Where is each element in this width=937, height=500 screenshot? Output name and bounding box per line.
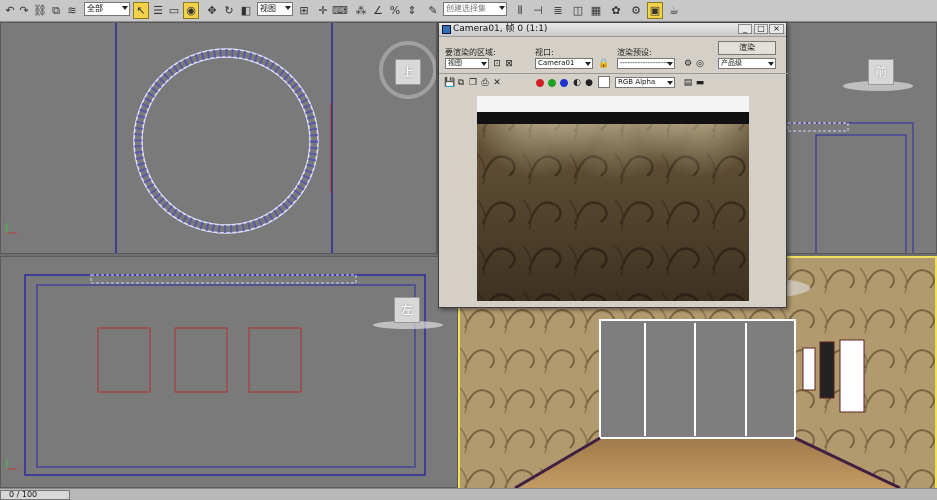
unlink-icon[interactable]: ⧉ xyxy=(48,2,64,19)
preset-dropdown[interactable]: -------------------- xyxy=(617,58,675,69)
auto-region-icon[interactable]: ⊠ xyxy=(504,59,514,69)
clear-icon[interactable]: ✕ xyxy=(492,78,502,88)
mirror-icon[interactable]: ⫴ xyxy=(512,2,528,19)
viewport-label: 视口: xyxy=(535,48,554,57)
monochrome-icon[interactable]: ● xyxy=(584,78,594,88)
angle-snap-icon[interactable]: ∠ xyxy=(370,2,386,19)
rotate-icon[interactable]: ↻ xyxy=(221,2,237,19)
schematic-view-icon[interactable]: ▦ xyxy=(588,2,604,19)
curve-editor-icon[interactable]: ◫ xyxy=(570,2,586,19)
percent-snap-icon[interactable]: % xyxy=(387,2,403,19)
viewport-top[interactable]: 上 xyxy=(0,22,437,254)
maximize-button[interactable]: □ xyxy=(754,24,768,34)
pivot-center-icon[interactable]: ⊞ xyxy=(296,2,312,19)
viewport-left[interactable]: 左 xyxy=(0,256,458,488)
render-setup-icon[interactable]: ⚙ xyxy=(628,2,644,19)
toggle-ui-overlay-icon[interactable]: ▤ xyxy=(683,78,693,88)
scale-icon[interactable]: ◧ xyxy=(238,2,254,19)
color-swatch[interactable] xyxy=(598,76,610,88)
window-titlebar[interactable]: Camera01, 帧 0 (1:1) _ □ × xyxy=(439,23,786,37)
lock-icon[interactable]: 🔒 xyxy=(598,59,609,69)
window-crossing-icon[interactable]: ◉ xyxy=(183,2,199,19)
rendered-frame-window: Camera01, 帧 0 (1:1) _ □ × 要渲染的区域: 视图 ⊡ ⊠… xyxy=(438,22,788,308)
viewport-dropdown[interactable]: Camera01 xyxy=(535,58,593,69)
rendered-image xyxy=(477,96,749,301)
named-selection-field[interactable]: 创建选择集 xyxy=(443,2,507,16)
rectangular-selection-icon[interactable]: ▭ xyxy=(166,2,182,19)
move-icon[interactable]: ✥ xyxy=(204,2,220,19)
save-image-icon[interactable]: 💾 xyxy=(444,78,455,88)
rendered-wall-image xyxy=(477,96,749,301)
spinner-snap-icon[interactable]: ⇕ xyxy=(404,2,420,19)
preset-label: 渲染预设: xyxy=(617,48,652,57)
area-dropdown[interactable]: 视图 xyxy=(445,58,489,69)
material-editor-icon[interactable]: ✿ xyxy=(608,2,624,19)
channel-dropdown[interactable]: RGB Alpha xyxy=(615,77,675,88)
align-icon[interactable]: ⊣ xyxy=(530,2,546,19)
status-bar: 0 / 100 xyxy=(0,488,937,500)
area-label: 要渲染的区域: xyxy=(445,48,496,57)
edit-named-selection-icon[interactable]: ✎ xyxy=(425,2,441,19)
selection-filter-dropdown[interactable]: 全部 xyxy=(84,2,130,16)
select-link-icon[interactable]: ⛓ xyxy=(32,2,48,19)
print-icon[interactable]: ⎙ xyxy=(480,78,490,88)
alpha-channel-icon[interactable]: ◐ xyxy=(572,78,582,88)
viewcube-left[interactable]: 左 xyxy=(394,297,420,323)
edit-region-icon[interactable]: ⊡ xyxy=(492,59,502,69)
window-title: Camera01, 帧 0 (1:1) xyxy=(453,24,548,34)
select-object-icon[interactable]: ↖ xyxy=(133,2,149,19)
render-mode-dropdown[interactable]: 产品级 xyxy=(718,58,776,69)
render-button[interactable]: 渲染 xyxy=(718,41,776,55)
minimize-button[interactable]: _ xyxy=(738,24,752,34)
layer-manager-icon[interactable]: ≣ xyxy=(550,2,566,19)
redo-icon[interactable]: ↷ xyxy=(16,2,32,19)
copy-image-icon[interactable]: ⧉ xyxy=(456,78,466,88)
red-channel-icon[interactable] xyxy=(536,79,544,87)
environment-icon[interactable]: ◎ xyxy=(695,59,705,69)
frame-counter[interactable]: 0 / 100 xyxy=(0,490,70,500)
clone-window-icon[interactable]: ❐ xyxy=(468,78,478,88)
snaps-toggle-icon[interactable]: ⁂ xyxy=(353,2,369,19)
toggle-ui-icon[interactable]: ▬ xyxy=(695,78,705,88)
viewcube-top[interactable]: 上 xyxy=(395,59,421,85)
green-channel-icon[interactable] xyxy=(548,79,556,87)
rendered-frame-window-icon[interactable]: ▣ xyxy=(647,2,663,19)
viewcube-front[interactable]: 前 xyxy=(868,59,894,85)
bind-space-warp-icon[interactable]: ≋ xyxy=(64,2,80,19)
select-by-name-icon[interactable]: ☰ xyxy=(150,2,166,19)
reference-coord-dropdown[interactable]: 视图 xyxy=(257,2,293,16)
select-manipulate-icon[interactable]: ✛ xyxy=(315,2,331,19)
render-production-icon[interactable]: ☕ xyxy=(666,2,682,19)
left-view-drawing xyxy=(6,274,426,476)
close-button[interactable]: × xyxy=(769,24,784,34)
blue-channel-icon[interactable] xyxy=(560,79,568,87)
app-icon xyxy=(442,25,451,34)
top-view-drawing xyxy=(6,23,333,253)
render-setup-icon[interactable]: ⚙ xyxy=(683,59,693,69)
keyboard-shortcut-icon[interactable]: ⌨ xyxy=(332,2,348,19)
main-toolbar: ↶ ↷ ⛓ ⧉ ≋ 全部 ↖ ☰ ▭ ◉ ✥ ↻ ◧ 视图 ⊞ ✛ ⌨ ⁂ ∠ … xyxy=(0,0,937,22)
